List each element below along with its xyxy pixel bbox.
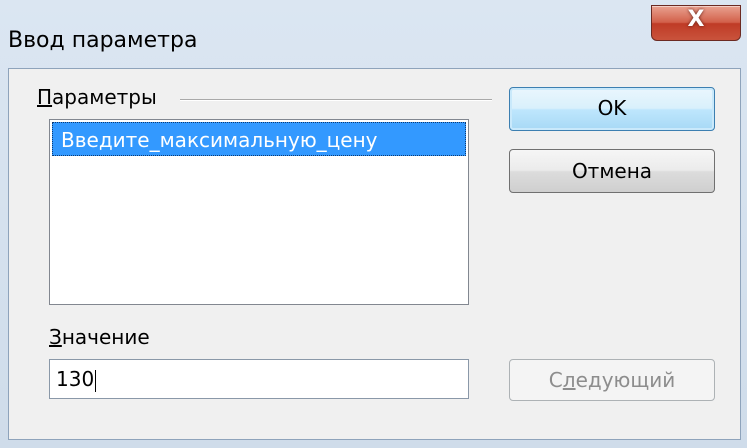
parameters-listbox[interactable]: Введите_максимальную_цену [49,119,469,305]
dialog-window: Ввод параметра X Параметры Введите_макси… [0,0,747,448]
close-button[interactable]: X [651,5,741,41]
value-text: 130 [56,367,95,391]
next-button[interactable]: Следующий [509,359,715,401]
cancel-button[interactable]: Отмена [509,149,715,193]
window-title: Ввод параметра [8,28,198,53]
close-icon: X [687,7,705,32]
list-item-selected[interactable]: Введите_максимальную_цену [52,122,466,156]
ok-button[interactable]: OK [509,87,715,131]
group-divider [180,99,492,100]
parameters-group-label: Параметры [37,85,157,109]
value-label: Значение [49,325,150,349]
text-caret [95,369,97,392]
dialog-client-area: Параметры Введите_максимальную_цену Знач… [8,68,741,440]
value-input[interactable]: 130 [49,359,469,399]
